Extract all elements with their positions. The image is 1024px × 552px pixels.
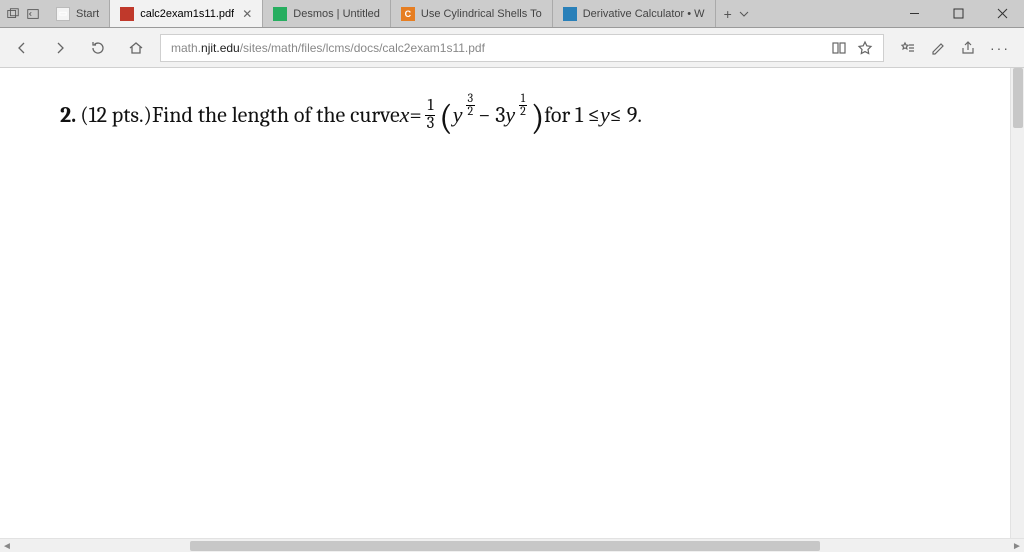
desmos-favicon [273, 7, 287, 21]
window-controls [892, 0, 1024, 27]
nav-bar: math.njit.edu/sites/math/files/lcms/docs… [0, 28, 1024, 68]
tab-deriv[interactable]: Derivative Calculator • W [553, 0, 716, 27]
refresh-button[interactable] [84, 34, 112, 62]
url-prefix: math. [171, 41, 201, 55]
horizontal-scrollbar[interactable]: ◄ ► [0, 538, 1024, 552]
more-icon[interactable]: ··· [990, 40, 1010, 56]
set-aside-icon[interactable] [26, 7, 40, 21]
vertical-scrollbar[interactable] [1010, 68, 1024, 538]
tab-start[interactable]: ▭ Start [46, 0, 110, 27]
close-window-button[interactable] [980, 0, 1024, 27]
minimize-button[interactable] [892, 0, 936, 27]
tab-strip: ▭ Start calc2exam1s11.pdf ✕ Desmos | Unt… [0, 0, 1024, 28]
var-x: x [400, 101, 410, 130]
minus-3: − 3 [478, 101, 505, 130]
start-favicon: ▭ [56, 7, 70, 21]
tab-label: Start [76, 8, 99, 20]
y1-exponent: 32 [462, 101, 478, 130]
y1-base: y [453, 101, 463, 130]
tab-desmos[interactable]: Desmos | Untitled [263, 0, 391, 27]
url-path: /sites/math/files/lcms/docs/calc2exam1s1… [240, 41, 485, 55]
url-host: njit.edu [201, 41, 240, 55]
h-scroll-thumb[interactable] [190, 541, 820, 551]
problem-number: 2. [60, 101, 76, 130]
chegg-favicon: C [401, 7, 415, 21]
problem-text-c: ≤ 9. [610, 101, 642, 130]
home-button[interactable] [122, 34, 150, 62]
scroll-right-arrow[interactable]: ► [1010, 539, 1024, 552]
favorite-star-icon[interactable] [857, 40, 873, 56]
tab-label: Desmos | Untitled [293, 8, 380, 20]
y2-exponent: 12 [515, 101, 531, 130]
chevron-down-icon[interactable] [738, 8, 750, 20]
tab-label: Use Cylindrical Shells To [421, 8, 542, 20]
problem-2: 2. (12 pts.) Find the length of the curv… [60, 98, 964, 132]
maximize-button[interactable] [936, 0, 980, 27]
back-button[interactable] [8, 34, 36, 62]
address-bar[interactable]: math.njit.edu/sites/math/files/lcms/docs… [160, 34, 884, 62]
deriv-favicon [563, 7, 577, 21]
notes-icon[interactable] [930, 40, 946, 56]
pdf-viewport: 2. (12 pts.) Find the length of the curv… [0, 68, 1024, 552]
tab-label: Derivative Calculator • W [583, 8, 705, 20]
toolbar-right: ··· [894, 40, 1016, 56]
tabs-icon[interactable] [6, 7, 20, 21]
pdf-page: 2. (12 pts.) Find the length of the curv… [0, 68, 1024, 162]
problem-points: (12 pts.) [80, 101, 152, 130]
close-icon[interactable]: ✕ [242, 7, 252, 21]
tab-sys-icons [0, 0, 46, 27]
tab-actions: + [716, 0, 758, 27]
fraction-one-third: 1 3 [425, 98, 437, 132]
equals: = [409, 101, 421, 130]
v-scroll-thumb[interactable] [1013, 68, 1023, 128]
reading-view-icon[interactable] [831, 40, 847, 56]
tab-label: calc2exam1s11.pdf [140, 8, 234, 20]
problem-text-a: Find the length of the curve [152, 101, 400, 130]
pdf-favicon [120, 7, 134, 21]
forward-button[interactable] [46, 34, 74, 62]
scroll-left-arrow[interactable]: ◄ [0, 539, 14, 552]
var-y: y [600, 101, 610, 130]
tab-pdf[interactable]: calc2exam1s11.pdf ✕ [110, 0, 263, 27]
new-tab-icon[interactable]: + [724, 6, 732, 22]
favorites-list-icon[interactable] [900, 40, 916, 56]
problem-text-b: for 1 ≤ [544, 101, 600, 130]
y2-base: y [505, 101, 515, 130]
share-icon[interactable] [960, 40, 976, 56]
tab-chegg[interactable]: C Use Cylindrical Shells To [391, 0, 553, 27]
